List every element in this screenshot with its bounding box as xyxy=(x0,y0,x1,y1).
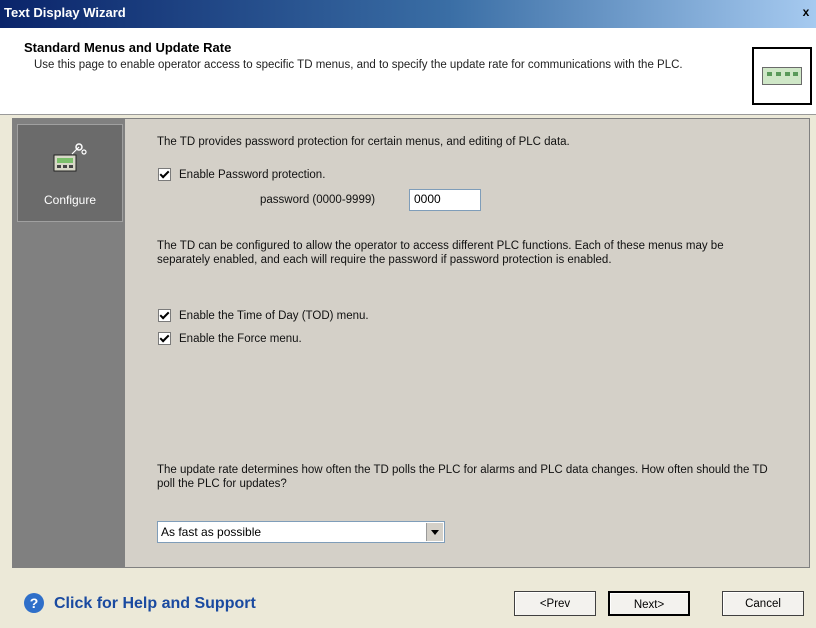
password-protection-label: Enable Password protection. xyxy=(179,169,326,181)
window-title: Text Display Wizard xyxy=(4,5,126,20)
chevron-down-icon[interactable] xyxy=(426,523,443,541)
password-protection-checkbox[interactable] xyxy=(158,168,171,181)
update-rate-value: As fast as possible xyxy=(161,525,262,539)
password-label: password (0000-9999) xyxy=(260,194,376,206)
page-description: Use this page to enable operator access … xyxy=(34,59,683,71)
next-button[interactable]: Next> xyxy=(608,591,690,616)
password-intro-text: The TD provides password protection for … xyxy=(157,136,570,148)
wizard-body: Configure The TD provides password prote… xyxy=(12,118,810,568)
update-rate-select[interactable]: As fast as possible xyxy=(157,521,445,543)
cancel-button[interactable]: Cancel xyxy=(722,591,804,616)
page-title: Standard Menus and Update Rate xyxy=(24,40,232,55)
wizard-nav: Configure xyxy=(13,119,125,567)
tod-menu-checkbox[interactable] xyxy=(158,309,171,322)
tod-menu-label: Enable the Time of Day (TOD) menu. xyxy=(179,310,369,322)
help-label[interactable]: Click for Help and Support xyxy=(54,595,256,613)
wizard-header: Standard Menus and Update Rate Use this … xyxy=(0,28,816,115)
title-bar: Text Display Wizard x xyxy=(0,0,816,28)
nav-item-configure[interactable]: Configure xyxy=(17,124,123,222)
td-device-icon xyxy=(53,143,87,172)
nav-item-label: Configure xyxy=(43,193,97,207)
prev-button[interactable]: <Prev xyxy=(514,591,596,616)
password-input[interactable]: 0000 xyxy=(409,189,481,211)
help-icon[interactable]: ? xyxy=(24,593,44,613)
close-icon[interactable]: x xyxy=(798,4,814,20)
wizard-footer: ? Click for Help and Support <Prev Next>… xyxy=(0,575,816,628)
force-menu-label: Enable the Force menu. xyxy=(179,333,302,345)
update-rate-intro-text: The update rate determines how often the… xyxy=(157,464,768,490)
text-display-icon xyxy=(752,47,812,105)
force-menu-checkbox[interactable] xyxy=(158,332,171,345)
menus-intro-text: The TD can be configured to allow the op… xyxy=(157,240,724,266)
